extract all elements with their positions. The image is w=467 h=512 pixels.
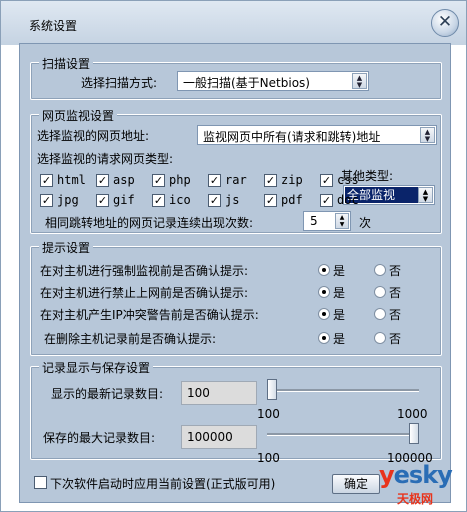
scan-settings-legend: 扫描设置 bbox=[39, 55, 94, 72]
filetype-label-zip: zip bbox=[281, 173, 303, 187]
prompt-radio-yes[interactable] bbox=[318, 264, 330, 276]
filetype-checkbox-zip[interactable]: ✓ bbox=[264, 174, 277, 187]
radio-selected-dot bbox=[322, 312, 326, 316]
prompt-radio-yes[interactable] bbox=[318, 332, 330, 344]
filetype-label-html: html bbox=[57, 173, 86, 187]
yesky-wordmark-rest: esky bbox=[393, 461, 453, 489]
prompt-radio-yes-label: 是 bbox=[333, 308, 346, 322]
radio-selected-dot bbox=[322, 336, 326, 340]
settings-panel: 扫描设置 选择扫描方式: 一般扫描(基于Netbios) ▲ ▼ 网页监视设置 选… bbox=[19, 43, 451, 503]
yesky-wordmark-y: y bbox=[379, 461, 395, 489]
ok-button[interactable]: 确定 bbox=[332, 474, 380, 494]
yesky-subtitle: 天极网 bbox=[397, 492, 434, 506]
redirect-count-unit: 次 bbox=[359, 216, 372, 230]
prompt-radio-no-label: 否 bbox=[389, 308, 402, 322]
filetype-checkbox-doc[interactable]: ✓ bbox=[320, 194, 333, 207]
prompt-radio-yes-label: 是 bbox=[333, 332, 346, 346]
chevron-updown-icon[interactable]: ▲ ▼ bbox=[420, 127, 435, 143]
scan-method-value: 一般扫描(基于Netbios) bbox=[183, 76, 310, 90]
prompt-row-label: 在对主机产生IP冲突警告前是否确认提示: bbox=[40, 308, 259, 322]
latest-records-value: 100 bbox=[187, 386, 210, 400]
window-title: 系统设置 bbox=[29, 19, 78, 33]
spinner-arrows-icon[interactable]: ▲ ▼ bbox=[335, 213, 349, 229]
redirect-count-label: 相同跳转地址的网页记录连续出现次数: bbox=[45, 216, 254, 230]
scan-settings-group: 扫描设置 选择扫描方式: 一般扫描(基于Netbios) ▲ ▼ bbox=[30, 55, 442, 100]
apply-next-start-checkbox[interactable] bbox=[34, 476, 47, 489]
prompt-radio-no[interactable] bbox=[374, 264, 386, 276]
filetype-checkbox-ico[interactable]: ✓ bbox=[152, 194, 165, 207]
filetype-label-pdf: pdf bbox=[281, 193, 303, 207]
types-label: 选择监视的请求网页类型: bbox=[37, 152, 174, 166]
filetype-checkbox-gif[interactable]: ✓ bbox=[96, 194, 109, 207]
close-button[interactable]: ✕ bbox=[431, 9, 459, 37]
yesky-logo: yesky 天极网 bbox=[379, 461, 463, 509]
prompt-radio-yes[interactable] bbox=[318, 308, 330, 320]
filetype-label-js: js bbox=[225, 193, 240, 207]
latest-records-field[interactable]: 100 bbox=[181, 381, 257, 405]
latest-records-label: 显示的最新记录数目: bbox=[51, 387, 164, 401]
address-value: 监视网页中所有(请求和跳转)地址 bbox=[203, 130, 381, 144]
redirect-count-spinner[interactable]: 5 ▲ ▼ bbox=[303, 211, 351, 231]
latest-records-thumb[interactable] bbox=[267, 379, 277, 400]
scan-method-select[interactable]: 一般扫描(基于Netbios) ▲ ▼ bbox=[177, 71, 369, 91]
filetype-checkbox-js[interactable]: ✓ bbox=[208, 194, 221, 207]
filetype-label-jpg: jpg bbox=[57, 193, 79, 207]
title-bar[interactable]: 系统设置 ✕ bbox=[1, 1, 466, 45]
filetype-label-php: php bbox=[169, 173, 191, 187]
max-records-value: 100000 bbox=[187, 430, 233, 444]
prompt-radio-no-label: 否 bbox=[389, 332, 402, 346]
filetype-label-doc: doc bbox=[337, 193, 359, 207]
prompt-row-label: 在对主机进行禁止上网前是否确认提示: bbox=[40, 286, 249, 300]
prompt-radio-yes[interactable] bbox=[318, 286, 330, 298]
prompt-radio-yes-label: 是 bbox=[333, 286, 346, 300]
filetype-label-ico: ico bbox=[169, 193, 191, 207]
prompt-radio-no-label: 否 bbox=[389, 264, 402, 278]
filetype-checkbox-rar[interactable]: ✓ bbox=[208, 174, 221, 187]
prompt-radio-yes-label: 是 bbox=[333, 264, 346, 278]
prompt-settings-legend: 提示设置 bbox=[39, 239, 94, 256]
latest-records-min: 100 bbox=[257, 407, 280, 421]
filetype-checkbox-php[interactable]: ✓ bbox=[152, 174, 165, 187]
filetype-label-css: css bbox=[337, 173, 359, 187]
address-select[interactable]: 监视网页中所有(请求和跳转)地址 ▲ ▼ bbox=[197, 125, 437, 145]
chevron-updown-icon[interactable]: ▲ ▼ bbox=[352, 73, 367, 89]
web-monitor-legend: 网页监视设置 bbox=[39, 107, 118, 124]
latest-records-track[interactable] bbox=[267, 389, 419, 392]
filetype-checkbox-html[interactable]: ✓ bbox=[40, 174, 53, 187]
prompt-radio-no[interactable] bbox=[374, 332, 386, 344]
filetype-checkbox-pdf[interactable]: ✓ bbox=[264, 194, 277, 207]
max-records-thumb[interactable] bbox=[409, 423, 419, 444]
radio-selected-dot bbox=[322, 290, 326, 294]
filetype-label-gif: gif bbox=[113, 193, 135, 207]
max-records-track[interactable] bbox=[267, 433, 419, 436]
apply-next-start-label: 下次软件启动时应用当前设置(正式版可用) bbox=[50, 477, 276, 491]
record-settings-legend: 记录显示与保存设置 bbox=[39, 359, 154, 376]
filetype-checkbox-asp[interactable]: ✓ bbox=[96, 174, 109, 187]
filetype-checkbox-jpg[interactable]: ✓ bbox=[40, 194, 53, 207]
radio-selected-dot bbox=[322, 268, 326, 272]
close-icon: ✕ bbox=[437, 12, 453, 32]
prompt-radio-no[interactable] bbox=[374, 286, 386, 298]
max-records-field[interactable]: 100000 bbox=[181, 425, 257, 449]
chevron-updown-icon[interactable]: ▲ ▼ bbox=[418, 187, 433, 203]
max-records-label: 保存的最大记录数目: bbox=[43, 431, 156, 445]
yesky-wordmark: yesky bbox=[379, 461, 453, 489]
latest-records-max: 1000 bbox=[397, 407, 428, 421]
prompt-radio-no[interactable] bbox=[374, 308, 386, 320]
filetype-label-asp: asp bbox=[113, 173, 135, 187]
prompt-row-label: 在对主机进行强制监视前是否确认提示: bbox=[40, 264, 249, 278]
redirect-count-value: 5 bbox=[310, 214, 318, 228]
record-settings-group: 记录显示与保存设置 显示的最新记录数目: 100 100 1000 保存的最大记… bbox=[30, 359, 442, 465]
max-records-min: 100 bbox=[257, 451, 280, 465]
filetype-label-rar: rar bbox=[225, 173, 247, 187]
prompt-radio-no-label: 否 bbox=[389, 286, 402, 300]
filetype-checkbox-css[interactable]: ✓ bbox=[320, 174, 333, 187]
address-label: 选择监视的网页地址: bbox=[37, 129, 150, 143]
scan-method-label: 选择扫描方式: bbox=[81, 76, 158, 90]
settings-window: 系统设置 ✕ 扫描设置 选择扫描方式: 一般扫描(基于Netbios) ▲ ▼ 网… bbox=[0, 0, 467, 512]
prompt-row-label: 在删除主机记录前是否确认提示: bbox=[44, 332, 217, 346]
